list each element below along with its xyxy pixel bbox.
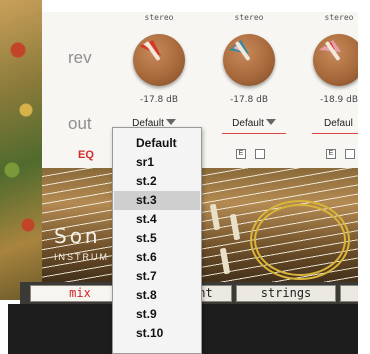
output-select[interactable]: Default [222,116,286,134]
dropdown-option-st10[interactable]: st.10 [114,324,200,343]
chevron-down-icon [265,119,276,125]
eq-checkbox[interactable] [255,149,265,159]
chevron-down-icon [165,119,176,125]
eq-edit-button[interactable]: E [326,149,336,159]
output-select[interactable]: Defaul [312,116,358,134]
brand-logo: Son [54,224,101,248]
stereo-label: stereo [234,13,264,22]
dropdown-option-st7[interactable]: st.7 [114,267,200,286]
reverb-knob[interactable] [133,34,185,86]
dropdown-option-st3[interactable]: st.3 [114,191,200,210]
brand-logo-sub: INSTRUM [54,252,109,262]
dropdown-option-st5[interactable]: st.5 [114,229,200,248]
dropdown-option-st4[interactable]: st.4 [114,210,200,229]
dropdown-option-st8[interactable]: st.8 [114,286,200,305]
instrument-rope [250,200,350,280]
output-select-value: Default [232,118,264,129]
rev-label: rev [68,48,92,67]
dropdown-option-st9[interactable]: st.9 [114,305,200,324]
eq-edit-button[interactable]: E [236,149,246,159]
output-dropdown-menu: Default sr1 st.2 st.3 st.4 st.5 st.6 st.… [112,127,202,354]
top-margin [42,0,370,12]
eq-checkbox[interactable] [345,149,355,159]
dropdown-option-st6[interactable]: st.6 [114,248,200,267]
out-label: out [68,114,92,133]
dropdown-option-default[interactable]: Default [114,134,200,153]
instrument-artwork-left [0,0,42,300]
stereo-label: stereo [144,13,174,22]
eq-label: EQ [78,149,94,161]
dropdown-option-st2[interactable]: st.2 [114,172,200,191]
reverb-db-value: -17.8 dB [229,95,269,105]
mixer-panel [42,12,370,172]
output-select-value: Defaul [324,118,353,129]
tab-strings[interactable]: strings [236,285,336,302]
dropdown-option-sr1[interactable]: sr1 [114,153,200,172]
reverb-db-value: -17.8 dB [139,95,179,105]
reverb-knob[interactable] [223,34,275,86]
right-margin [358,0,370,354]
